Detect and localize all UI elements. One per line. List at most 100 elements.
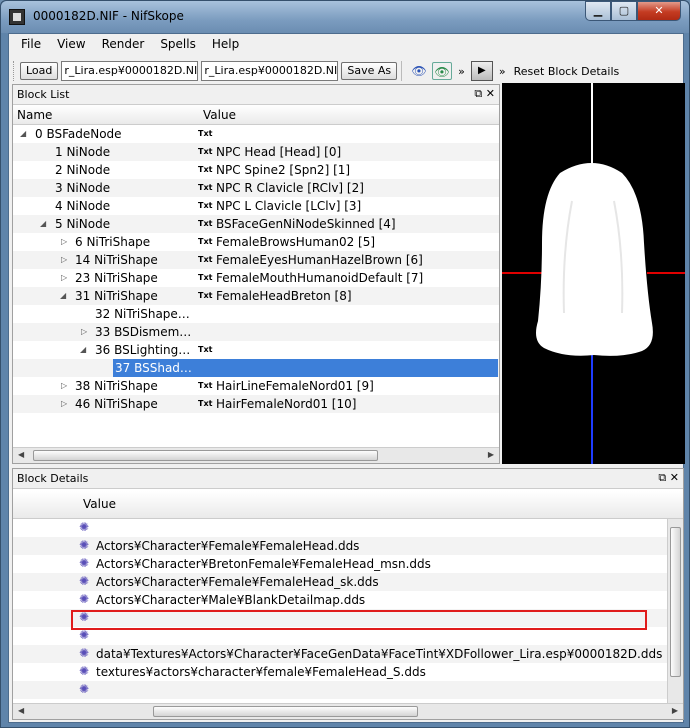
load-button[interactable]: Load	[20, 62, 59, 80]
texture-slot-icon: ✺	[79, 538, 90, 552]
collapsed-arrow-icon[interactable]: ▷	[61, 237, 67, 246]
block-list-title: Block List	[17, 88, 70, 101]
scroll-right-icon[interactable]: ▶	[672, 706, 678, 715]
save-as-button[interactable]: Save As	[341, 62, 398, 80]
highlight-annotation-box	[71, 610, 647, 630]
column-value[interactable]: Value	[203, 108, 236, 122]
reset-block-details-button[interactable]: Reset Block Details	[514, 65, 620, 78]
expanded-arrow-icon[interactable]: ◢	[80, 345, 86, 354]
texture-slot-icon: ✺	[79, 592, 90, 606]
menu-help[interactable]: Help	[204, 34, 247, 56]
toolbar-overflow-icon-2[interactable]: »	[499, 65, 506, 78]
menu-view[interactable]: View	[49, 34, 93, 56]
play-button[interactable]: ▶	[470, 61, 493, 81]
detail-row[interactable]: ✺ Actors¥Character¥BretonFemale¥FemaleHea…	[13, 555, 683, 573]
column-name[interactable]: Name	[17, 108, 52, 122]
tree-row[interactable]: 4 NiNode Txt NPC L Clavicle [LClv] [3]	[13, 197, 499, 215]
app-window: 0000182D.NIF - NifSkope ▁ ▢ ✕ File View …	[0, 0, 690, 728]
hair-mesh	[536, 163, 653, 356]
texture-slot-icon: ✺	[79, 682, 90, 696]
block-list-panel: Block List ⧉ ✕ Name Value ◢ 0 BSFadeNode T…	[12, 84, 500, 464]
undock-icon[interactable]: ⧉	[658, 471, 666, 484]
tree-row[interactable]: ◢ 36 BSLighting… Txt	[13, 341, 499, 359]
expanded-arrow-icon[interactable]: ◢	[60, 291, 66, 300]
detail-row[interactable]: ✺ Actors¥Character¥Male¥BlankDetailmap.dd…	[13, 591, 683, 609]
scroll-thumb[interactable]	[153, 706, 418, 717]
toolbar-grip[interactable]	[13, 61, 17, 81]
tree-row[interactable]: ◢ 5 NiNode Txt BSFaceGenNiNodeSkinned [4]	[13, 215, 499, 233]
menu-bar: File View Render Spells Help	[9, 34, 683, 56]
load-path-field[interactable]: r_Lira.esp¥0000182D.NIF	[61, 61, 199, 81]
tree-row[interactable]: ▷ 33 BSDismem…	[13, 323, 499, 341]
tree-row[interactable]: ◢ 31 NiTriShape Txt FemaleHeadBreton [8]	[13, 287, 499, 305]
detail-row-facetint[interactable]: ✺ data¥Textures¥Actors¥Character¥FaceGenD…	[13, 645, 683, 663]
scroll-left-icon[interactable]: ◀	[18, 706, 24, 715]
tree-row[interactable]: ▷ 23 NiTriShape Txt FemaleMouthHumanoidDefa…	[13, 269, 499, 287]
block-list-header: Block List ⧉ ✕	[13, 85, 499, 105]
tree-row[interactable]: ◢ 0 BSFadeNode Txt	[13, 125, 499, 143]
toolbar-separator	[401, 61, 403, 81]
tree-row[interactable]: ▷ 14 NiTriShape Txt FemaleEyesHumanHazelBro…	[13, 251, 499, 269]
block-list-column-header: Name Value	[13, 105, 499, 125]
close-button[interactable]: ✕	[637, 1, 681, 21]
tree-row[interactable]: ▷ 38 NiTriShape Txt HairLineFemaleNord01 [9…	[13, 377, 499, 395]
texture-slot-icon: ✺	[79, 628, 90, 642]
texture-slot-icon: ✺	[79, 664, 90, 678]
block-details-title: Block Details	[17, 472, 89, 485]
menu-spells[interactable]: Spells	[152, 34, 204, 56]
texture-slot-icon: ✺	[79, 574, 90, 588]
main-toolbar: Load r_Lira.esp¥0000182D.NIF r_Lira.esp¥…	[9, 58, 683, 84]
expanded-arrow-icon[interactable]: ◢	[40, 219, 46, 228]
tree-row[interactable]: 32 NiTriShape…	[13, 305, 499, 323]
tree-row-selected[interactable]: 37 BSShad…	[13, 359, 499, 377]
collapsed-arrow-icon[interactable]: ▷	[61, 381, 67, 390]
block-details-panel: Block Details ⧉ ✕ Value ✺ ✺ Actors¥Charac…	[12, 468, 684, 720]
tree-row[interactable]: ▷ 6 NiTriShape Txt FemaleBrowsHuman02 [5]	[13, 233, 499, 251]
menu-file[interactable]: File	[13, 34, 49, 56]
undock-icon[interactable]: ⧉	[474, 87, 482, 100]
scroll-left-icon[interactable]: ◀	[18, 450, 24, 459]
toolbar-overflow-icon[interactable]: »	[458, 65, 465, 78]
detail-row[interactable]: ✺ Actors¥Character¥Female¥FemaleHead_sk.d…	[13, 573, 683, 591]
eye-icon[interactable]: 👁	[409, 62, 429, 80]
viewport-canvas	[502, 83, 685, 464]
detail-row[interactable]: ✺ Actors¥Character¥Female¥FemaleHead.dds	[13, 537, 683, 555]
close-panel-icon[interactable]: ✕	[486, 87, 495, 100]
detail-row[interactable]: ✺ textures¥actors¥character¥female¥Female…	[13, 663, 683, 681]
collapsed-arrow-icon[interactable]: ▷	[61, 255, 67, 264]
column-value[interactable]: Value	[83, 497, 116, 511]
collapsed-arrow-icon[interactable]: ▷	[61, 273, 67, 282]
texture-slot-icon: ✺	[79, 520, 90, 534]
minimize-button[interactable]: ▁	[585, 1, 611, 21]
menu-render[interactable]: Render	[94, 34, 153, 56]
block-details-column-header: Value	[13, 491, 683, 519]
texture-slot-icon: ✺	[79, 646, 90, 660]
collapsed-arrow-icon[interactable]: ▷	[81, 327, 87, 336]
block-tree: ◢ 0 BSFadeNode Txt 1 NiNode Txt NPC Head [He…	[13, 125, 499, 413]
block-list-hscroll[interactable]: ◀ ▶	[13, 447, 499, 463]
block-details-header: Block Details ⧉ ✕	[13, 469, 683, 489]
title-bar[interactable]: 0000182D.NIF - NifSkope ▁ ▢ ✕	[1, 1, 689, 33]
close-panel-icon[interactable]: ✕	[670, 471, 679, 484]
maximize-button[interactable]: ▢	[611, 1, 637, 21]
detail-row[interactable]: ✺	[13, 519, 683, 537]
block-details-hscroll[interactable]: ◀ ▶	[13, 703, 683, 719]
scroll-thumb[interactable]	[33, 450, 378, 461]
tree-row[interactable]: 3 NiNode Txt NPC R Clavicle [RClv] [2]	[13, 179, 499, 197]
eye-toggle-icon[interactable]: 👁	[432, 62, 453, 80]
details-list: ✺ ✺ Actors¥Character¥Female¥FemaleHead.dd…	[13, 519, 683, 699]
render-viewport[interactable]	[502, 83, 685, 464]
tree-row[interactable]: ▷ 46 NiTriShape Txt HairFemaleNord01 [10]	[13, 395, 499, 413]
scroll-thumb[interactable]	[670, 527, 681, 677]
collapsed-arrow-icon[interactable]: ▷	[61, 399, 67, 408]
expanded-arrow-icon[interactable]: ◢	[20, 129, 26, 138]
save-path-field[interactable]: r_Lira.esp¥0000182D.NIF	[201, 61, 339, 81]
nifskope-app-icon	[9, 9, 25, 25]
block-details-vscroll[interactable]	[667, 519, 683, 703]
detail-row[interactable]: ✺	[13, 681, 683, 699]
window-title: 0000182D.NIF - NifSkope	[33, 9, 184, 23]
tree-row[interactable]: 2 NiNode Txt NPC Spine2 [Spn2] [1]	[13, 161, 499, 179]
tree-row[interactable]: 1 NiNode Txt NPC Head [Head] [0]	[13, 143, 499, 161]
scroll-right-icon[interactable]: ▶	[488, 450, 494, 459]
texture-slot-icon: ✺	[79, 556, 90, 570]
